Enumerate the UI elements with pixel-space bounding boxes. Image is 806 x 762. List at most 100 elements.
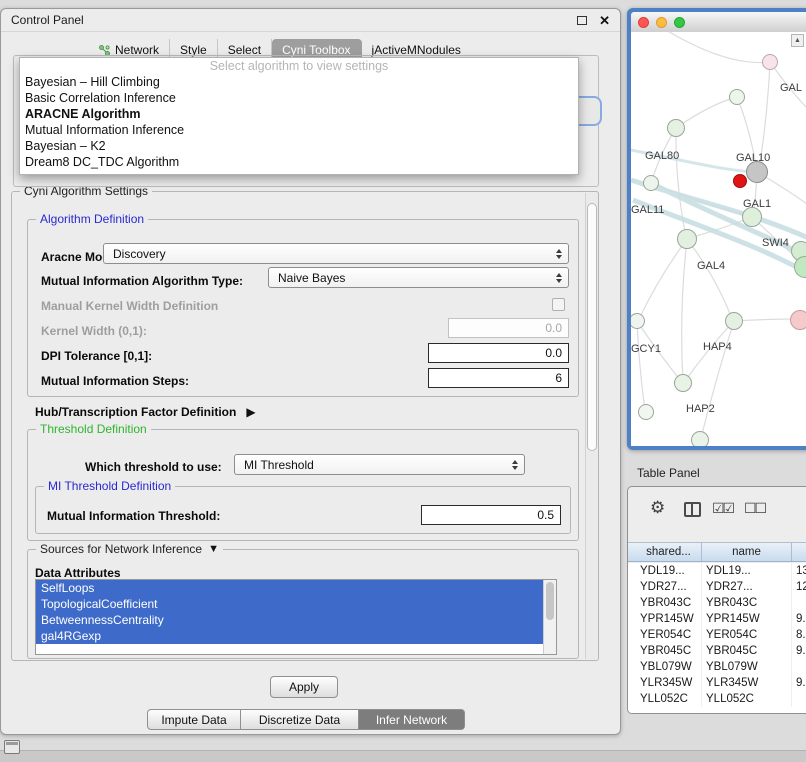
collapse-down-icon: ▼ bbox=[208, 543, 219, 555]
apply-button[interactable]: Apply bbox=[270, 676, 338, 698]
bottom-tab-impute-data[interactable]: Impute Data bbox=[147, 709, 241, 730]
dropdown-item[interactable]: Basic Correlation Inference bbox=[20, 90, 578, 106]
scroll-up-button[interactable]: ▲ bbox=[791, 34, 804, 47]
settings-scrollbar[interactable] bbox=[585, 193, 598, 659]
hub-section-toggle[interactable]: Hub/Transcription Factor Definition ▶ bbox=[35, 405, 256, 419]
table-row[interactable]: YDL19... YDL19... 13 bbox=[628, 563, 806, 579]
table-row[interactable]: YBR043C YBR043C bbox=[628, 595, 806, 611]
node-label: GCY1 bbox=[631, 343, 661, 355]
cell: 9. bbox=[792, 643, 806, 659]
close-button[interactable] bbox=[638, 17, 649, 28]
bottom-tab-discretize-data[interactable]: Discretize Data bbox=[241, 709, 359, 730]
list-item-selected[interactable]: SelfLoops bbox=[36, 580, 543, 596]
network-node[interactable] bbox=[762, 54, 778, 70]
column-header-name[interactable]: name bbox=[702, 543, 792, 561]
network-node-gal10[interactable] bbox=[746, 161, 768, 183]
minimize-icon[interactable] bbox=[577, 16, 587, 25]
table-row[interactable]: YBR045C YBR045C 9. bbox=[628, 643, 806, 659]
scrollbar-thumb[interactable] bbox=[546, 582, 554, 620]
deselect-all-icon[interactable]: ☐☐ bbox=[744, 500, 765, 517]
cell: 9. bbox=[792, 675, 806, 691]
node-label: HAP4 bbox=[703, 341, 732, 353]
column-header-extra[interactable] bbox=[792, 543, 806, 561]
selected-value: Naive Bayes bbox=[278, 271, 345, 285]
table-row[interactable]: YLL052C YLL052C bbox=[628, 691, 806, 707]
network-node-gal1[interactable] bbox=[742, 207, 762, 227]
network-node-red[interactable] bbox=[733, 174, 747, 188]
network-node-gal80[interactable] bbox=[667, 119, 685, 137]
which-threshold-select[interactable]: MI Threshold bbox=[234, 454, 525, 475]
zoom-button[interactable] bbox=[674, 17, 685, 28]
mi-threshold-input[interactable]: 0.5 bbox=[421, 505, 561, 525]
minimize-button[interactable] bbox=[656, 17, 667, 28]
table-body: YDL19... YDL19... 13 YDR27... YDR27... 1… bbox=[628, 563, 806, 713]
table-row[interactable]: YPR145W YPR145W 9. bbox=[628, 611, 806, 627]
network-node-pink[interactable] bbox=[790, 310, 806, 330]
mi-algorithm-type-select[interactable]: Naive Bayes bbox=[268, 267, 569, 288]
selected-value: MI Threshold bbox=[244, 458, 314, 472]
dropdown-item[interactable]: Dream8 DC_TDC Algorithm bbox=[20, 154, 578, 170]
dropdown-item[interactable]: Bayesian – Hill Climbing bbox=[20, 74, 578, 90]
node-label: HAP2 bbox=[686, 403, 715, 415]
control-panel-window: Control Panel ✕ Network Style Select Cyn… bbox=[0, 8, 621, 735]
algorithm-dropdown-popup: Select algorithm to view settings Bayesi… bbox=[19, 57, 579, 175]
manual-kernel-label: Manual Kernel Width Definition bbox=[41, 299, 218, 313]
cell bbox=[792, 691, 806, 707]
mi-steps-input[interactable]: 6 bbox=[428, 368, 569, 388]
gear-icon[interactable]: ⚙ bbox=[650, 498, 665, 518]
dropdown-item-selected[interactable]: ARACNE Algorithm bbox=[20, 106, 578, 122]
network-node[interactable] bbox=[729, 89, 745, 105]
network-node[interactable] bbox=[691, 431, 709, 446]
combo-arrows-icon bbox=[556, 273, 562, 283]
minimized-panel-icon[interactable] bbox=[4, 740, 20, 754]
mi-steps-label: Mutual Information Steps: bbox=[41, 374, 189, 388]
kernel-width-label: Kernel Width (0,1): bbox=[41, 324, 147, 338]
columns-icon[interactable] bbox=[684, 502, 701, 517]
sources-section-toggle[interactable]: Sources for Network Inference ▼ bbox=[36, 542, 223, 556]
kernel-width-input[interactable]: 0.0 bbox=[448, 318, 569, 338]
list-item-selected[interactable]: BetweennessCentrality bbox=[36, 612, 543, 628]
manual-kernel-checkbox[interactable] bbox=[552, 298, 565, 311]
list-item-selected[interactable]: TopologicalCoefficient bbox=[36, 596, 543, 612]
column-header-shared[interactable]: shared... bbox=[636, 543, 702, 561]
list-scrollbar[interactable] bbox=[543, 580, 556, 654]
bottom-tab-infer-network[interactable]: Infer Network bbox=[359, 709, 465, 730]
network-window-titlebar bbox=[631, 12, 806, 32]
hub-section-label: Hub/Transcription Factor Definition bbox=[35, 405, 236, 419]
scrollbar-thumb[interactable] bbox=[587, 203, 597, 451]
dropdown-item[interactable]: Bayesian – K2 bbox=[20, 138, 578, 154]
cell: YBR043C bbox=[636, 595, 702, 611]
group-title: Algorithm Definition bbox=[36, 212, 148, 226]
network-node[interactable] bbox=[638, 404, 654, 420]
node-label: SWI4 bbox=[762, 237, 789, 249]
table-panel-title: Table Panel bbox=[637, 466, 700, 480]
list-item-selected[interactable]: gal4RGexp bbox=[36, 628, 543, 644]
network-node-hap4[interactable] bbox=[725, 312, 743, 330]
network-node-hap2[interactable] bbox=[674, 374, 692, 392]
aracne-mode-select[interactable]: Discovery bbox=[103, 243, 569, 264]
expand-right-icon: ▶ bbox=[246, 405, 255, 419]
dropdown-item[interactable]: Mutual Information Inference bbox=[20, 122, 578, 138]
data-attributes-list[interactable]: SelfLoops TopologicalCoefficient Between… bbox=[35, 579, 557, 655]
table-row[interactable]: YBL079W YBL079W bbox=[628, 659, 806, 675]
cell: 12 bbox=[792, 579, 806, 595]
combo-arrows-icon bbox=[512, 460, 518, 470]
table-row[interactable]: YDR27... YDR27... 12 bbox=[628, 579, 806, 595]
network-canvas[interactable]: GAL GAL80 GAL10 GAL11 GAL1 SWI4 GAL4 GCY… bbox=[631, 32, 806, 446]
dropdown-placeholder: Select algorithm to view settings bbox=[20, 59, 578, 74]
dpi-tolerance-input[interactable]: 0.0 bbox=[428, 343, 569, 363]
cell: 8. bbox=[792, 627, 806, 643]
group-title: MI Threshold Definition bbox=[44, 479, 175, 493]
table-row[interactable]: YLR345W YLR345W 9. bbox=[628, 675, 806, 691]
close-icon[interactable]: ✕ bbox=[599, 14, 610, 27]
which-threshold-label: Which threshold to use: bbox=[85, 460, 222, 474]
select-all-icon[interactable]: ☑☑ bbox=[712, 500, 733, 517]
network-node-gal11[interactable] bbox=[643, 175, 659, 191]
network-node-gal4[interactable] bbox=[677, 229, 697, 249]
cell: YDL19... bbox=[702, 563, 792, 579]
table-row[interactable]: YER054C YER054C 8. bbox=[628, 627, 806, 643]
cell: YER054C bbox=[702, 627, 792, 643]
cell: YBL079W bbox=[702, 659, 792, 675]
cell: 13 bbox=[792, 563, 806, 579]
cell: 9. bbox=[792, 611, 806, 627]
